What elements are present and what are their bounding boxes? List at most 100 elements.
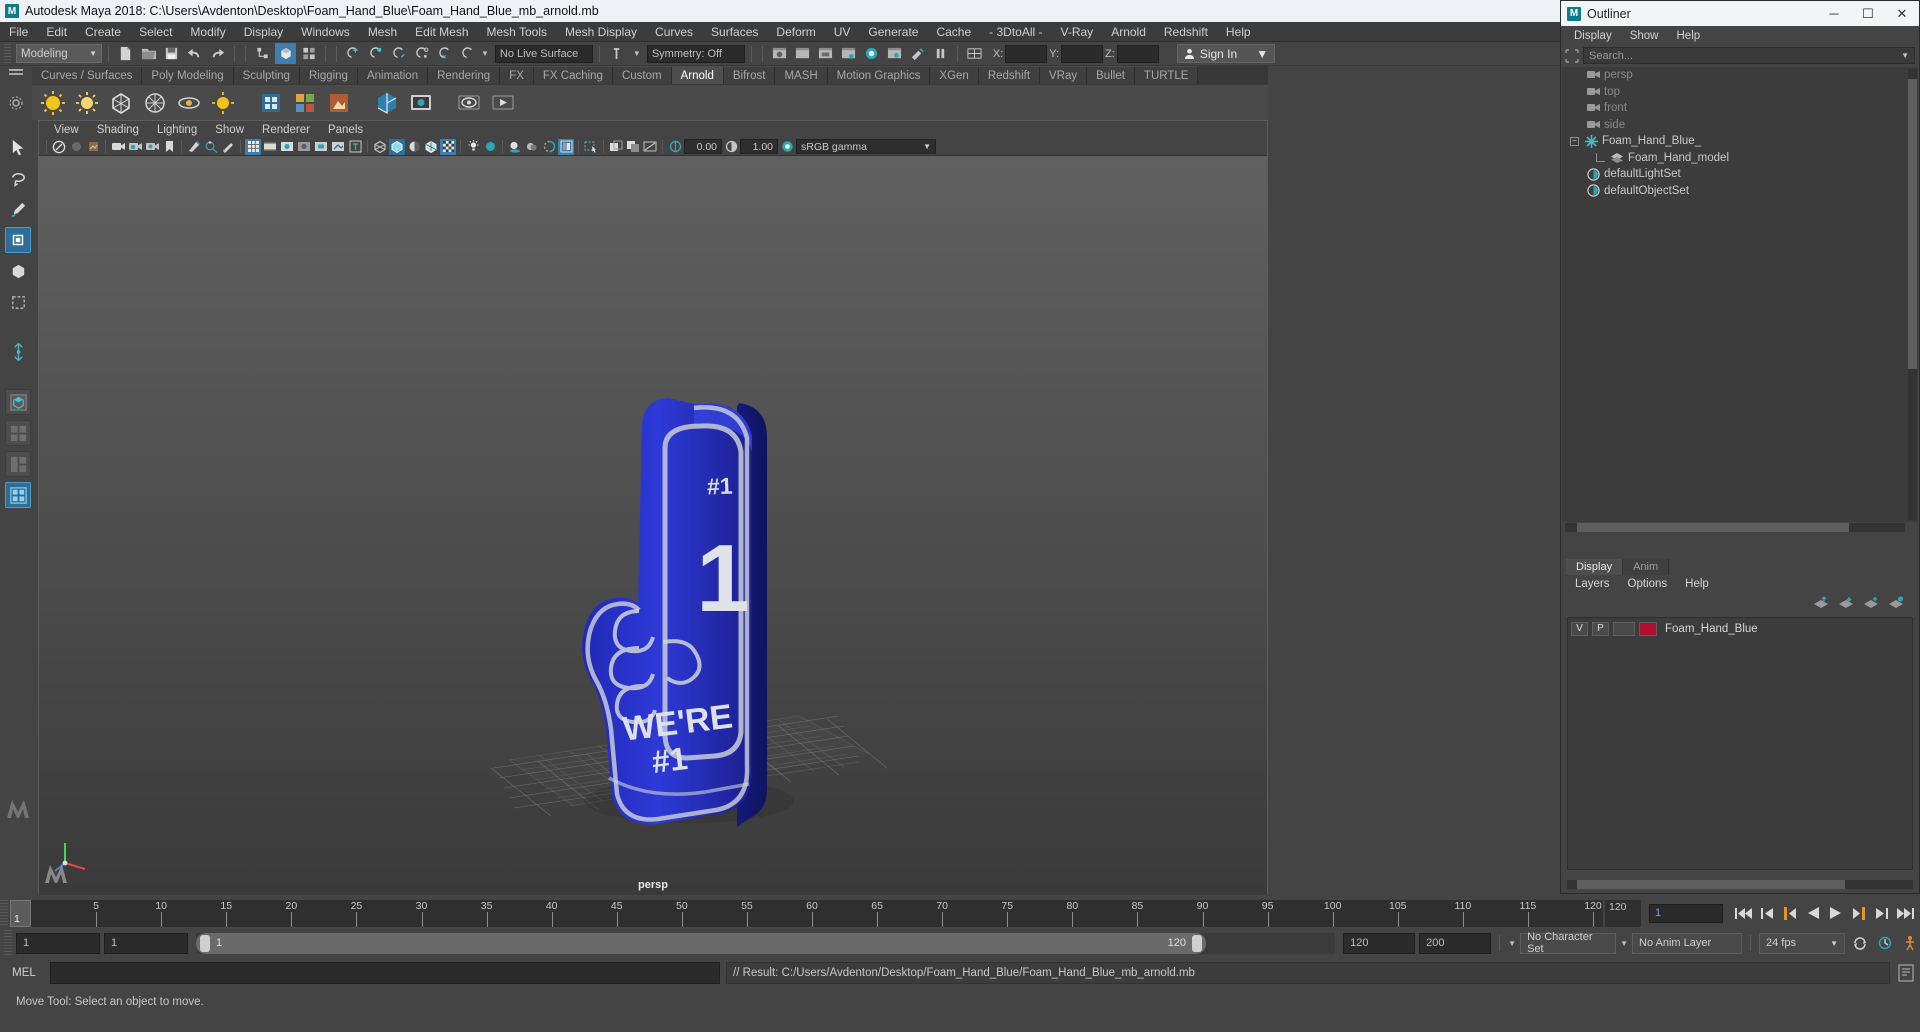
gamma-icon[interactable] bbox=[723, 139, 739, 155]
sign-in-button[interactable]: Sign In ▼ bbox=[1176, 44, 1276, 63]
outliner-tree[interactable]: persp top front side − Foam_Hand_Blue_ Foam_Ha… bbox=[1562, 67, 1918, 522]
isolate-select-icon[interactable] bbox=[583, 139, 599, 155]
viewport-menu-lighting[interactable]: Lighting bbox=[148, 124, 206, 136]
outliner-item-foam-hand-model[interactable]: Foam_Hand_model bbox=[1562, 150, 1918, 167]
arnold-physical-sky-icon[interactable] bbox=[208, 88, 238, 118]
select-camera-icon[interactable] bbox=[51, 139, 67, 155]
persp-outliner-layout-icon[interactable] bbox=[5, 451, 31, 477]
use-all-lights-icon[interactable] bbox=[482, 139, 498, 155]
xray-active-components-icon[interactable] bbox=[625, 139, 641, 155]
render-sequence-button[interactable] bbox=[838, 43, 859, 64]
shelf-tab-poly-modeling[interactable]: Poly Modeling bbox=[142, 66, 234, 84]
move-tool-icon[interactable] bbox=[5, 227, 31, 253]
rotate-tool-icon[interactable] bbox=[5, 258, 31, 284]
select-by-object-type-button[interactable] bbox=[275, 43, 296, 64]
viewport-menu-show[interactable]: Show bbox=[206, 124, 253, 136]
range-bar-gripper[interactable] bbox=[4, 930, 12, 956]
menu-item-surfaces[interactable]: Surfaces bbox=[702, 22, 767, 42]
outliner-vertical-scrollbar[interactable] bbox=[1908, 69, 1917, 520]
chevron-down-icon[interactable]: ▼ bbox=[633, 49, 641, 58]
hypershade-button[interactable] bbox=[861, 43, 882, 64]
play-backwards-icon[interactable] bbox=[1806, 906, 1820, 920]
menu-item-mesh-display[interactable]: Mesh Display bbox=[556, 22, 646, 42]
menu-item-curves[interactable]: Curves bbox=[646, 22, 702, 42]
menu-item-help[interactable]: Help bbox=[1217, 22, 1260, 42]
range-end-handle[interactable] bbox=[1192, 934, 1202, 952]
arnold-photometric-light-icon[interactable] bbox=[140, 88, 170, 118]
xray-joints-icon[interactable] bbox=[608, 139, 624, 155]
shelf-tab-motion-graphics[interactable]: Motion Graphics bbox=[827, 66, 931, 84]
snap-magnet-button[interactable] bbox=[458, 43, 479, 64]
shelf-tab-vray[interactable]: VRay bbox=[1040, 66, 1088, 84]
outliner-horizontal-scrollbar[interactable] bbox=[1565, 523, 1905, 532]
open-scene-button[interactable] bbox=[138, 43, 159, 64]
ipr-render-button[interactable] bbox=[792, 43, 813, 64]
select-tool-icon[interactable] bbox=[5, 134, 31, 160]
character-set-dropdown[interactable]: No Character Set bbox=[1520, 931, 1617, 955]
outliner-item-persp[interactable]: persp bbox=[1562, 67, 1918, 84]
layer-editor-menu-layers[interactable]: Layers bbox=[1566, 578, 1619, 590]
current-frame-field[interactable]: 1 bbox=[1649, 903, 1723, 923]
outliner-item-foam-hand-blue[interactable]: − Foam_Hand_Blue_ bbox=[1562, 133, 1918, 150]
menu-item-mesh[interactable]: Mesh bbox=[359, 22, 406, 42]
current-time-indicator[interactable]: 1 bbox=[10, 899, 31, 927]
maximize-button[interactable]: ☐ bbox=[1851, 1, 1885, 26]
symmetry-field[interactable]: Symmetry: Off bbox=[646, 44, 745, 63]
shelf-tab-redshift[interactable]: Redshift bbox=[978, 66, 1041, 84]
bookmark-icon[interactable] bbox=[161, 139, 177, 155]
menu-item-select[interactable]: Select bbox=[130, 22, 181, 42]
menu-item-redshift[interactable]: Redshift bbox=[1155, 22, 1217, 42]
command-language-label[interactable]: MEL bbox=[4, 967, 44, 979]
new-scene-button[interactable] bbox=[115, 43, 136, 64]
camera-icon[interactable] bbox=[110, 139, 126, 155]
command-input[interactable] bbox=[50, 962, 720, 984]
chevron-down-icon[interactable]: ▼ bbox=[1620, 939, 1628, 948]
x-coordinate-field[interactable] bbox=[1005, 44, 1048, 63]
smooth-shading-icon[interactable] bbox=[389, 138, 405, 155]
go-to-end-icon[interactable] bbox=[1897, 907, 1914, 920]
character-icon[interactable] bbox=[1899, 933, 1920, 954]
z-coordinate-field[interactable] bbox=[1116, 44, 1159, 63]
gate-mask-icon[interactable] bbox=[296, 139, 312, 155]
menu-item-create[interactable]: Create bbox=[76, 22, 130, 42]
viewport-menu-renderer[interactable]: Renderer bbox=[253, 124, 319, 136]
shelf-tab-arnold[interactable]: Arnold bbox=[671, 66, 724, 84]
layer-editor-menu-options[interactable]: Options bbox=[1619, 578, 1677, 590]
viewport-menu-shading[interactable]: Shading bbox=[88, 124, 148, 136]
create-new-layer-icon[interactable] bbox=[1863, 596, 1879, 609]
arnold-standin-icon[interactable] bbox=[256, 88, 286, 118]
arnold-area-light-icon[interactable] bbox=[38, 88, 68, 118]
layer-list[interactable]: V P Foam_Hand_Blue bbox=[1567, 617, 1913, 870]
film-origin-icon[interactable] bbox=[313, 139, 329, 155]
use-default-lighting-icon[interactable] bbox=[465, 139, 481, 155]
close-button[interactable]: ✕ bbox=[1885, 1, 1919, 26]
range-slider[interactable]: 1 120 bbox=[196, 932, 1336, 954]
textured-icon[interactable] bbox=[440, 138, 456, 155]
play-forwards-icon[interactable] bbox=[1829, 906, 1843, 920]
layer-playback-toggle[interactable]: P bbox=[1592, 621, 1609, 636]
shelf-tab-rendering[interactable]: Rendering bbox=[428, 66, 501, 84]
chevron-down-icon[interactable]: ▼ bbox=[1508, 939, 1516, 948]
scrollbar-thumb[interactable] bbox=[1577, 523, 1849, 532]
arnold-light-portal-icon[interactable] bbox=[174, 88, 204, 118]
scale-tool-icon[interactable] bbox=[5, 289, 31, 315]
snap-to-curve-button[interactable] bbox=[366, 43, 387, 64]
animation-end-time-field[interactable]: 200 bbox=[1419, 932, 1492, 954]
step-back-keyframe-icon[interactable] bbox=[1761, 907, 1774, 920]
menu-item-modify[interactable]: Modify bbox=[181, 22, 234, 42]
layer-editor-tab-display[interactable]: Display bbox=[1566, 559, 1624, 575]
scrollbar-thumb[interactable] bbox=[1577, 880, 1845, 889]
menu-item-edit[interactable]: Edit bbox=[37, 22, 76, 42]
menu-item-windows[interactable]: Windows bbox=[292, 22, 359, 42]
select-by-hierarchy-button[interactable] bbox=[252, 43, 273, 64]
flat-shading-icon[interactable] bbox=[406, 139, 422, 155]
shelf-options-icon[interactable] bbox=[9, 96, 23, 110]
viewport-menu-view[interactable]: View bbox=[45, 124, 88, 136]
lasso-select-tool-icon[interactable] bbox=[5, 165, 31, 191]
outliner-item-front[interactable]: front bbox=[1562, 100, 1918, 117]
render-settings-button[interactable] bbox=[815, 43, 836, 64]
layer-color-swatch[interactable] bbox=[1639, 621, 1657, 636]
menu-set-dropdown[interactable]: Modeling ▼ bbox=[16, 44, 102, 63]
search-input[interactable]: Search... ▼ bbox=[1583, 47, 1915, 64]
arnold-mesh-light-icon[interactable] bbox=[106, 88, 136, 118]
